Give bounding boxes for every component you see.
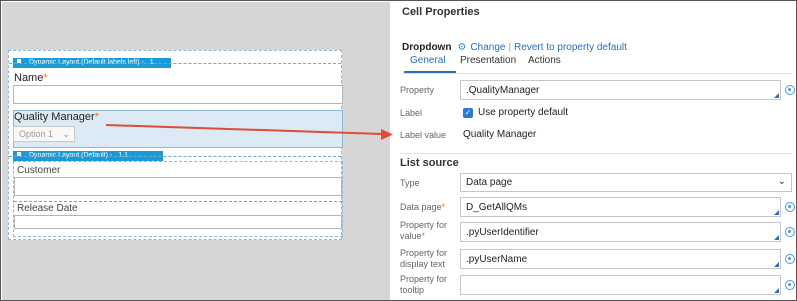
panel-title: Cell Properties: [402, 6, 480, 18]
revert-link[interactable]: Revert to property default: [514, 42, 627, 53]
link-separator: |: [508, 42, 512, 53]
property-label: Property: [400, 85, 435, 95]
tab-presentation[interactable]: Presentation: [460, 55, 516, 66]
autocomplete-corner-icon: [774, 93, 779, 98]
change-link[interactable]: Change: [470, 42, 505, 53]
property-for-tooltip-label: Property for tooltip: [400, 274, 448, 295]
tab-actions[interactable]: Actions: [528, 55, 561, 66]
crosshair-icon[interactable]: [785, 85, 795, 95]
crosshair-icon[interactable]: [785, 202, 795, 212]
label-value-text: Quality Manager: [463, 129, 537, 140]
layout-divider: [14, 201, 342, 202]
autocomplete-corner-icon: [774, 288, 779, 293]
chevron-down-icon: ⌄: [62, 129, 70, 139]
crosshair-icon[interactable]: [785, 227, 795, 237]
type-select[interactable]: Data page ⌄: [460, 173, 792, 192]
tabs-divider: [402, 73, 792, 74]
autocomplete-corner-icon: [774, 262, 779, 267]
designer-canvas: Dynamic Layout (Default labels left) -1 …: [2, 2, 390, 300]
property-for-tooltip-input[interactable]: [460, 275, 781, 295]
label-value-label: Label value: [400, 130, 447, 140]
property-for-value-label: Property for value*: [400, 220, 448, 241]
customer-input[interactable]: [14, 177, 342, 196]
property-for-display-text-input[interactable]: .pyUserName: [460, 249, 781, 269]
use-property-default-label: Use property default: [478, 107, 569, 118]
property-for-display-text-label: Property for display text: [400, 248, 448, 269]
customer-label: Customer: [17, 165, 61, 176]
section-divider: [400, 153, 792, 154]
release-date-label: Release Date: [17, 203, 78, 214]
screenshot-frame: Dynamic Layout (Default labels left) -1 …: [0, 0, 797, 301]
property-input[interactable]: .QualityManager: [460, 80, 781, 100]
quality-manager-dropdown[interactable]: Option 1 ⌄: [13, 126, 75, 142]
layout-divider: [9, 156, 341, 157]
control-row: Dropdown ⚙ Change | Revert to property defau…: [402, 42, 627, 53]
property-for-value-input[interactable]: .pyUserIdentifier: [460, 222, 781, 242]
data-page-label: Data page*: [400, 202, 446, 212]
autocomplete-corner-icon: [774, 235, 779, 240]
list-source-title: List source: [400, 157, 459, 169]
gear-icon[interactable]: ⚙: [457, 42, 466, 53]
chevron-down-icon: ⌄: [777, 176, 786, 187]
control-name: Dropdown: [402, 42, 452, 53]
crosshair-icon[interactable]: [785, 280, 795, 290]
layout-divider: [9, 63, 341, 64]
release-date-input[interactable]: [14, 215, 342, 229]
type-label: Type: [400, 178, 420, 188]
crosshair-icon[interactable]: [785, 254, 795, 264]
tab-general[interactable]: General: [410, 55, 446, 66]
autocomplete-corner-icon: [774, 210, 779, 215]
label-label: Label: [400, 108, 423, 118]
data-page-input[interactable]: D_GetAllQMs: [460, 197, 781, 217]
name-input[interactable]: [13, 85, 343, 104]
name-field-label: Name*: [14, 72, 48, 84]
use-property-default-checkbox[interactable]: ✓: [463, 108, 473, 118]
quality-manager-label: Quality Manager*: [14, 111, 99, 123]
cell-properties-panel: Cell Properties Dropdown ⚙ Change | Revert t…: [390, 2, 796, 300]
outer-dynamic-layout[interactable]: Dynamic Layout (Default labels left) -1 …: [8, 50, 343, 240]
